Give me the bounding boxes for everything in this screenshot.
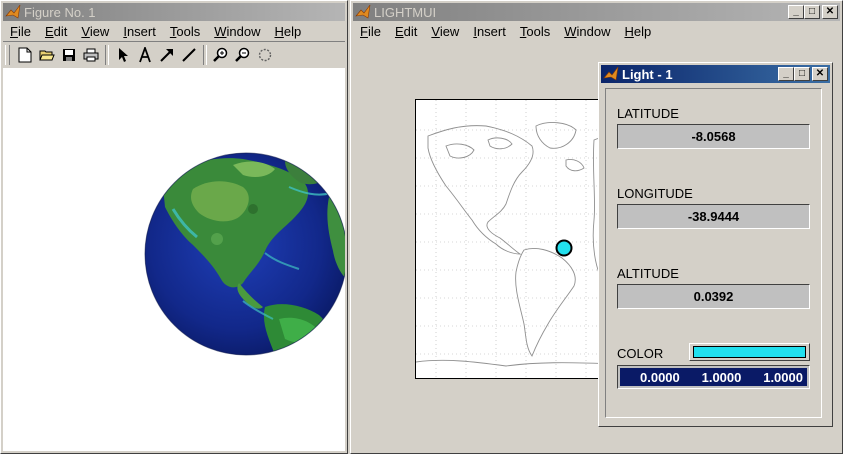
lightmui-titlebar[interactable]: LIGHTMUI _ □ ✕ [353, 3, 840, 21]
figure-canvas[interactable] [3, 69, 345, 451]
figure-titlebar[interactable]: Figure No. 1 [3, 3, 345, 21]
color-swatch [693, 346, 806, 358]
menu-insert[interactable]: Insert [116, 24, 163, 39]
world-map-axes[interactable] [415, 99, 617, 379]
open-folder-icon[interactable] [36, 44, 58, 66]
print-icon[interactable] [80, 44, 102, 66]
menu-window[interactable]: Window [557, 24, 617, 39]
light-dialog-titlebar[interactable]: Light - 1 _ □ ✕ [601, 65, 830, 83]
latitude-field[interactable]: -8.0568 [617, 124, 810, 149]
close-button[interactable]: ✕ [822, 5, 838, 19]
figure-menubar: File Edit View Insert Tools Window Help [3, 22, 345, 40]
earth-globe [144, 152, 345, 356]
zoom-out-icon[interactable] [232, 44, 254, 66]
rotate-icon[interactable] [254, 44, 276, 66]
color-values-selected: 0.0000 1.0000 1.0000 [620, 368, 807, 386]
menu-window[interactable]: Window [207, 24, 267, 39]
color-values-field[interactable]: 0.0000 1.0000 1.0000 [617, 365, 810, 389]
menu-tools[interactable]: Tools [163, 24, 207, 39]
lightmui-title-buttons: _ □ ✕ [788, 5, 838, 19]
light-dialog-title: Light - 1 [622, 66, 673, 82]
menu-view[interactable]: View [74, 24, 116, 39]
menu-edit[interactable]: Edit [38, 24, 74, 39]
lightmui-title: LIGHTMUI [374, 4, 437, 20]
save-icon[interactable] [58, 44, 80, 66]
color-label: COLOR [617, 346, 664, 361]
world-map [416, 100, 616, 378]
zoom-in-icon[interactable] [210, 44, 232, 66]
color-value-b: 1.0000 [763, 369, 803, 385]
arrow-icon[interactable] [156, 44, 178, 66]
menu-file[interactable]: File [3, 24, 38, 39]
select-arrow-icon[interactable] [112, 44, 134, 66]
figure-window: Figure No. 1 File Edit View Insert Tools… [0, 0, 348, 454]
menu-tools[interactable]: Tools [513, 24, 557, 39]
maximize-button[interactable]: □ [804, 5, 820, 19]
altitude-label: ALTITUDE [617, 266, 679, 281]
matlab-logo-icon [603, 66, 619, 81]
menu-insert[interactable]: Insert [466, 24, 513, 39]
toolbar-grip[interactable] [5, 45, 10, 65]
toolbar-separator [105, 45, 109, 65]
menu-edit[interactable]: Edit [388, 24, 424, 39]
new-file-icon[interactable] [14, 44, 36, 66]
color-value-g: 1.0000 [701, 369, 742, 385]
latitude-label: LATITUDE [617, 106, 679, 121]
light-dialog-title-buttons: _ □ ✕ [778, 67, 828, 81]
close-button[interactable]: ✕ [812, 67, 828, 81]
color-value-r: 0.0000 [640, 369, 680, 385]
longitude-label: LONGITUDE [617, 186, 693, 201]
figure-toolbar [3, 41, 345, 69]
color-swatch-button[interactable] [689, 343, 810, 361]
matlab-logo-icon [355, 4, 371, 19]
line-icon[interactable] [178, 44, 200, 66]
menu-file[interactable]: File [353, 24, 388, 39]
maximize-button[interactable]: □ [794, 67, 810, 81]
menu-help[interactable]: Help [267, 24, 308, 39]
menu-help[interactable]: Help [617, 24, 658, 39]
lightmui-menubar: File Edit View Insert Tools Window Help [353, 22, 840, 40]
altitude-field[interactable]: 0.0392 [617, 284, 810, 309]
minimize-button[interactable]: _ [788, 5, 804, 19]
longitude-field[interactable]: -38.9444 [617, 204, 810, 229]
figure-title: Figure No. 1 [24, 4, 96, 20]
menu-view[interactable]: View [424, 24, 466, 39]
light-position-marker[interactable] [555, 239, 573, 257]
toolbar-separator [203, 45, 207, 65]
matlab-logo-icon [5, 4, 21, 19]
text-icon[interactable] [134, 44, 156, 66]
minimize-button[interactable]: _ [778, 67, 794, 81]
